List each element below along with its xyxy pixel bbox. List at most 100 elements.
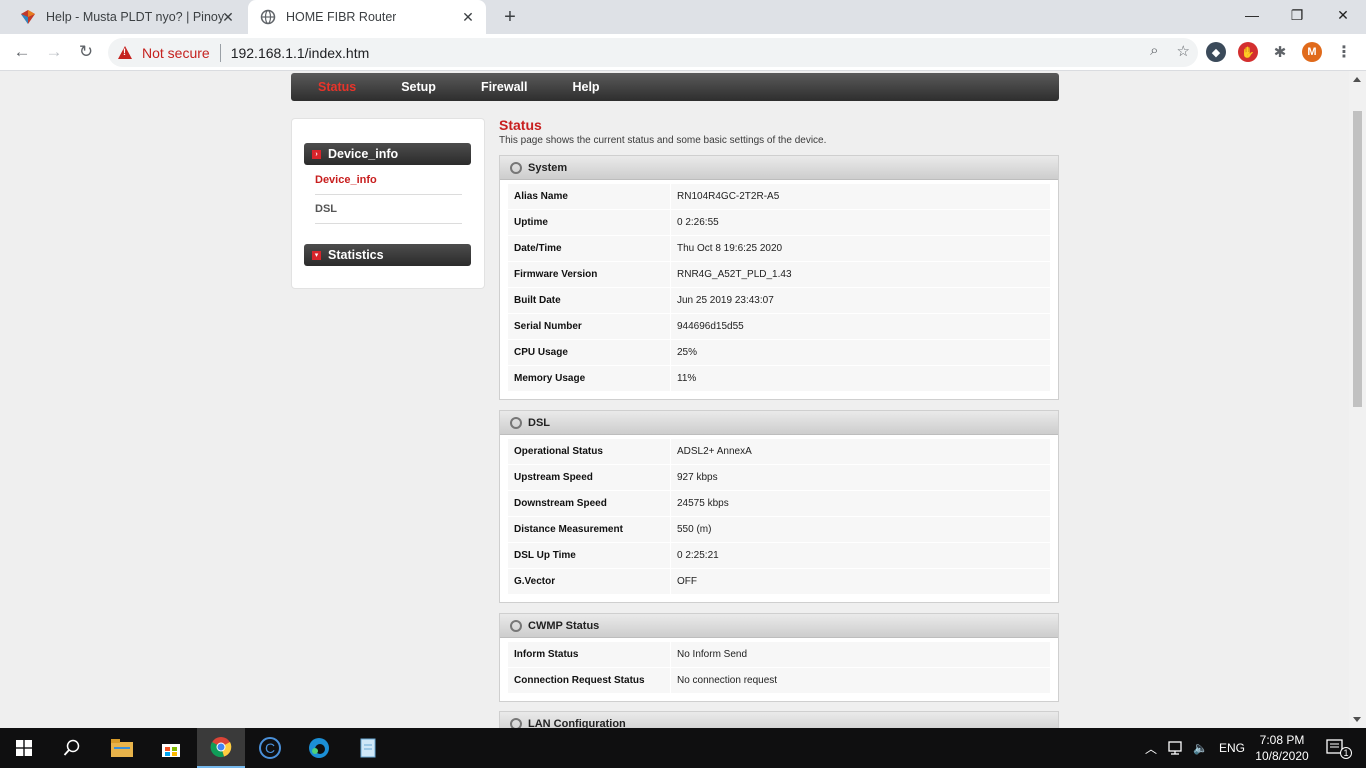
close-tab-icon[interactable]: ✕ <box>460 9 476 25</box>
row-label: Alias Name <box>508 183 671 210</box>
system-clock[interactable]: 7:08 PM 10/8/2020 <box>1252 732 1312 764</box>
volume-icon[interactable]: 🔈 <box>1193 728 1208 768</box>
security-indicator[interactable]: Not secure <box>108 45 210 61</box>
notepad-icon[interactable] <box>344 728 392 768</box>
sidebar-item-device-info[interactable]: Device_info <box>315 166 462 195</box>
row-label: Uptime <box>508 209 671 236</box>
reload-icon[interactable]: ↻ <box>74 40 98 64</box>
tab-title: HOME FIBR Router <box>286 10 397 24</box>
gear-icon <box>510 717 522 728</box>
section-header: CWMP Status <box>500 614 1058 638</box>
address-bar[interactable]: Not secure 192.168.1.1/index.htm ⌕ ☆ <box>108 38 1198 67</box>
new-tab-plus-icon[interactable]: + <box>498 5 522 29</box>
row-value: RNR4G_A52T_PLD_1.43 <box>677 269 792 280</box>
row-value: No connection request <box>677 675 778 686</box>
cwmp-section: CWMP Status Inform Status No Inform Send … <box>499 613 1059 702</box>
row-label: Firmware Version <box>508 261 671 288</box>
chevron-right-icon: › <box>312 149 321 159</box>
section-header: System <box>500 156 1058 180</box>
table-row: Memory Usage 11% <box>508 365 1050 392</box>
sidebar-group-title: Device_info <box>328 147 399 161</box>
row-value: 11% <box>677 373 697 384</box>
scroll-up-arrow-icon[interactable] <box>1353 77 1361 82</box>
page-title: Status <box>499 117 542 133</box>
sidebar-item-dsl[interactable]: DSL <box>315 195 462 224</box>
back-arrow-icon[interactable]: ← <box>10 40 34 64</box>
page-description: This page shows the current status and s… <box>499 135 827 146</box>
gear-icon <box>510 161 522 174</box>
menu-status[interactable]: Status <box>318 80 356 94</box>
network-icon[interactable] <box>1168 728 1186 768</box>
minimize-icon[interactable]: — <box>1229 0 1275 30</box>
adblock-icon[interactable]: ✋ <box>1238 42 1258 62</box>
profile-avatar[interactable]: M <box>1302 42 1322 62</box>
row-label: Date/Time <box>508 235 671 262</box>
ccleaner-icon[interactable]: C <box>246 728 294 768</box>
file-explorer-icon[interactable] <box>98 728 146 768</box>
table-row: Distance Measurement 550 (m) <box>508 516 1050 543</box>
extensions-puzzle-icon[interactable]: ✱ <box>1270 42 1290 62</box>
table-row: Operational Status ADSL2+ AnnexA <box>508 438 1050 465</box>
chrome-icon[interactable] <box>197 728 245 768</box>
store-icon[interactable] <box>147 728 195 768</box>
tab-strip: Help - Musta PLDT nyo? | Pinoy ✕ HOME FI… <box>0 0 1366 34</box>
omnibox-icons: ⌕ ☆ <box>1150 42 1190 60</box>
windows-taskbar: C ︿ 🔈 ENG 7:08 PM 10/8/2020 1 <box>0 728 1366 768</box>
edge-icon[interactable] <box>295 728 343 768</box>
row-value: 0 2:25:21 <box>677 550 719 561</box>
top-menu: Status Setup Firewall Help <box>291 73 1059 101</box>
section-title: CWMP Status <box>528 619 600 632</box>
tab-title: Help - Musta PLDT nyo? | Pinoy <box>46 10 225 24</box>
clock-time: 7:08 PM <box>1259 733 1305 747</box>
section-title: DSL <box>528 416 550 429</box>
table-row: Alias Name RN104R4GC-2T2R-A5 <box>508 183 1050 210</box>
row-label: Upstream Speed <box>508 464 671 491</box>
close-tab-icon[interactable]: ✕ <box>220 9 236 25</box>
windows-start-icon[interactable] <box>0 728 48 768</box>
section-title: System <box>528 161 568 174</box>
show-hidden-icons-chevron-icon[interactable]: ︿ <box>1145 728 1157 768</box>
url-text[interactable]: 192.168.1.1/index.htm <box>231 45 370 61</box>
table-row: G.Vector OFF <box>508 568 1050 595</box>
row-value: 550 (m) <box>677 524 712 535</box>
scroll-down-arrow-icon[interactable] <box>1353 717 1361 722</box>
forward-arrow-icon[interactable]: → <box>42 40 66 64</box>
sidebar-group-statistics[interactable]: ▾ Statistics <box>304 244 471 266</box>
notification-center-icon[interactable]: 1 <box>1326 728 1352 768</box>
table-row: Downstream Speed 24575 kbps <box>508 490 1050 517</box>
window-close-icon[interactable]: ✕ <box>1320 0 1366 30</box>
omnibox-divider <box>219 43 221 62</box>
table-row: Connection Request Status No connection r… <box>508 667 1050 694</box>
section-header: LAN Configuration <box>500 712 1058 728</box>
row-label: Inform Status <box>508 641 671 668</box>
gear-icon <box>510 416 522 429</box>
menu-firewall[interactable]: Firewall <box>481 80 528 94</box>
restore-icon[interactable]: ❐ <box>1274 0 1320 30</box>
tab-home-fibr-router[interactable]: HOME FIBR Router ✕ <box>248 0 486 34</box>
search-icon[interactable] <box>48 728 96 768</box>
table-row: Date/Time Thu Oct 8 19:6:25 2020 <box>508 235 1050 262</box>
row-value: 927 kbps <box>677 472 718 483</box>
menu-setup[interactable]: Setup <box>401 80 436 94</box>
language-indicator[interactable]: ENG <box>1219 728 1245 768</box>
row-label: Distance Measurement <box>508 516 671 543</box>
tab-pinoy-help[interactable]: Help - Musta PLDT nyo? | Pinoy ✕ <box>8 0 246 34</box>
section-title: LAN Configuration <box>528 717 626 729</box>
chevron-down-icon: ▾ <box>312 250 321 260</box>
menu-kebab-icon[interactable]: ⋮ <box>1334 42 1354 62</box>
table-row: Firmware Version RNR4G_A52T_PLD_1.43 <box>508 261 1050 288</box>
extension-shield-icon[interactable]: ◆ <box>1206 42 1226 62</box>
zoom-icon[interactable]: ⌕ <box>1150 42 1158 60</box>
table-row: Upstream Speed 927 kbps <box>508 464 1050 491</box>
page-scrollbar[interactable] <box>1349 71 1366 728</box>
security-label: Not secure <box>142 44 210 61</box>
sidebar-group-device-info[interactable]: › Device_info <box>304 143 471 165</box>
row-value: OFF <box>677 576 697 587</box>
row-label: CPU Usage <box>508 339 671 366</box>
dsl-section: DSL Operational Status ADSL2+ AnnexA Upst… <box>499 410 1059 603</box>
svg-text:C: C <box>265 740 275 756</box>
menu-help[interactable]: Help <box>572 80 599 94</box>
scrollbar-thumb[interactable] <box>1353 111 1362 407</box>
row-value: Thu Oct 8 19:6:25 2020 <box>677 243 783 254</box>
bookmark-star-icon[interactable]: ☆ <box>1177 42 1190 60</box>
